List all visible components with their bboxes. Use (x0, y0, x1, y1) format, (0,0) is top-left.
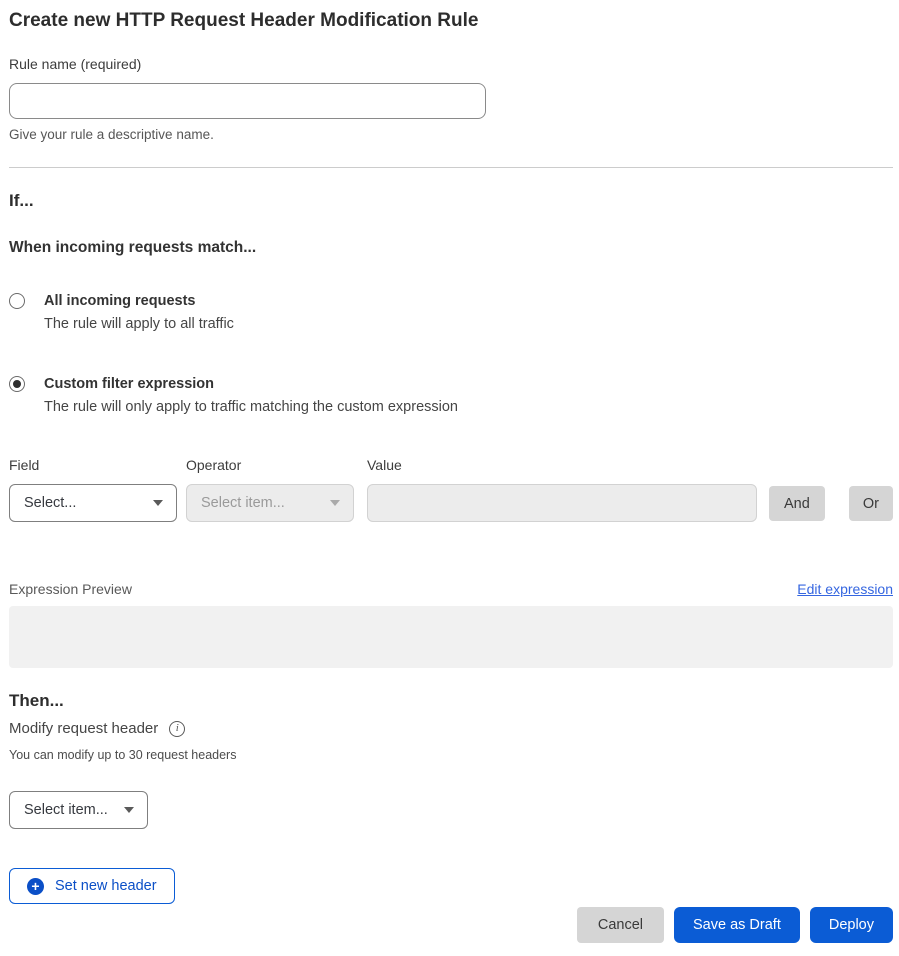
modify-header-row: Modify request header i (9, 720, 893, 737)
create-rule-form: Create new HTTP Request Header Modificat… (0, 0, 899, 943)
operator-label: Operator (186, 457, 354, 473)
if-heading: If... (9, 191, 893, 211)
field-select[interactable]: Select... (9, 484, 177, 522)
modify-header-help: You can modify up to 30 request headers (9, 748, 893, 762)
chevron-down-icon (153, 500, 163, 506)
cancel-button[interactable]: Cancel (577, 907, 664, 943)
radio-option-label: All incoming requests (44, 292, 234, 310)
chevron-down-icon (330, 500, 340, 506)
header-action-select[interactable]: Select item... (9, 791, 148, 829)
value-column: Value (367, 457, 757, 522)
field-label: Field (9, 457, 177, 473)
chevron-down-icon (124, 807, 134, 813)
radio-selected-icon (9, 376, 25, 392)
radio-option-text: Custom filter expression The rule will o… (44, 375, 458, 416)
radio-option-description: The rule will apply to all traffic (44, 315, 234, 333)
edit-expression-link[interactable]: Edit expression (797, 581, 893, 597)
set-new-header-button[interactable]: + Set new header (9, 868, 175, 904)
rule-name-section: Rule name (required) Give your rule a de… (9, 56, 893, 143)
save-as-draft-button[interactable]: Save as Draft (674, 907, 800, 943)
rule-name-label: Rule name (required) (9, 56, 141, 72)
footer-actions: Cancel Save as Draft Deploy (9, 907, 893, 943)
rule-name-input[interactable] (9, 83, 486, 119)
set-new-header-label: Set new header (55, 878, 157, 894)
radio-option-custom-filter[interactable]: Custom filter expression The rule will o… (9, 375, 893, 416)
expression-builder-row: Field Select... Operator Select item... … (9, 457, 893, 522)
field-select-value: Select... (24, 495, 76, 511)
radio-option-all-incoming[interactable]: All incoming requests The rule will appl… (9, 292, 893, 333)
expression-preview-header: Expression Preview Edit expression (9, 581, 893, 597)
value-label: Value (367, 457, 757, 473)
value-input (367, 484, 757, 522)
operator-select: Select item... (186, 484, 354, 522)
expression-preview-box (9, 606, 893, 668)
page-title: Create new HTTP Request Header Modificat… (9, 10, 893, 32)
or-button[interactable]: Or (849, 486, 893, 521)
header-action-select-value: Select item... (24, 802, 108, 818)
deploy-button[interactable]: Deploy (810, 907, 893, 943)
radio-option-text: All incoming requests The rule will appl… (44, 292, 234, 333)
plus-icon: + (27, 878, 44, 895)
field-column: Field Select... (9, 457, 177, 522)
radio-option-label: Custom filter expression (44, 375, 458, 393)
then-heading: Then... (9, 691, 893, 711)
radio-unselected-icon (9, 293, 25, 309)
radio-option-description: The rule will only apply to traffic matc… (44, 398, 458, 416)
rule-name-help: Give your rule a descriptive name. (9, 127, 893, 143)
expression-preview-label: Expression Preview (9, 581, 132, 597)
operator-column: Operator Select item... (186, 457, 354, 522)
section-divider (9, 167, 893, 168)
match-subheading: When incoming requests match... (9, 239, 893, 257)
info-icon[interactable]: i (169, 721, 185, 737)
and-button[interactable]: And (769, 486, 825, 521)
operator-select-value: Select item... (201, 495, 285, 511)
modify-header-label: Modify request header (9, 720, 158, 737)
